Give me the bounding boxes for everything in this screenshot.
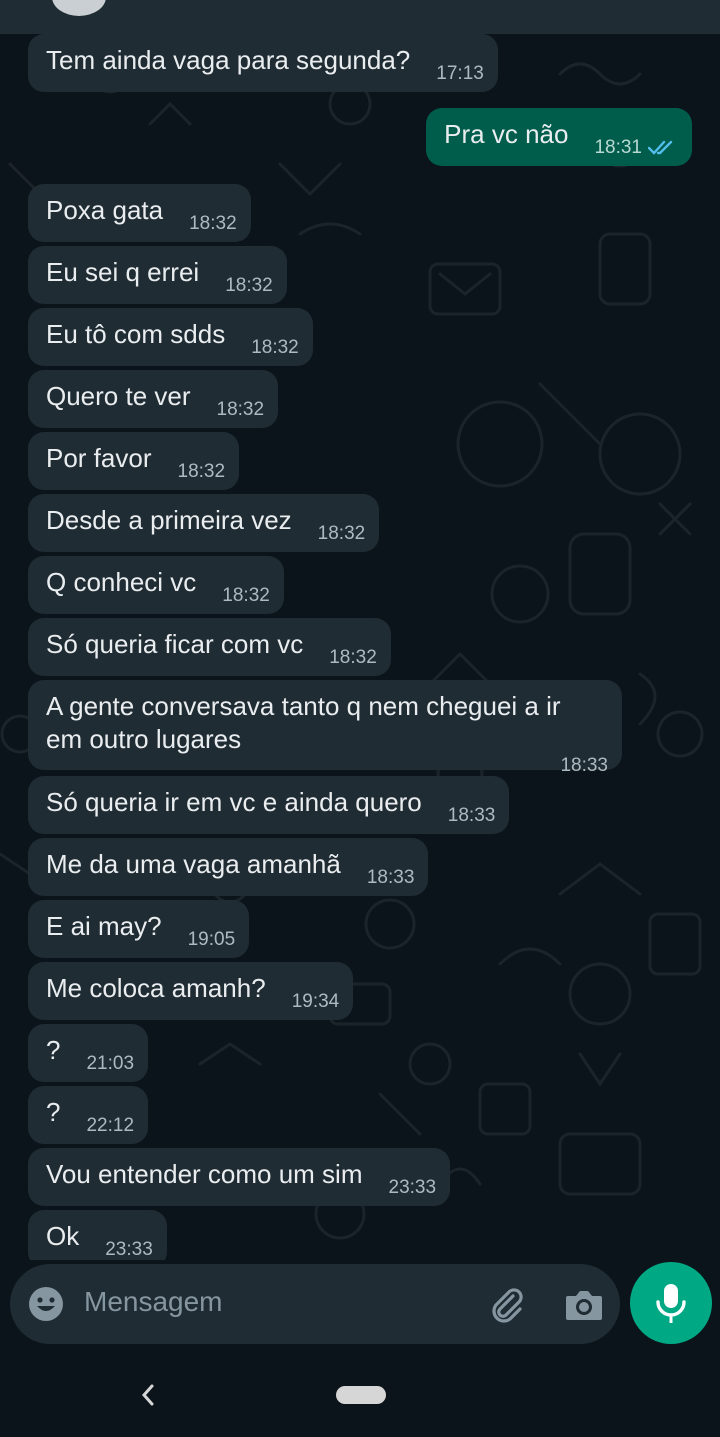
message-timestamp: 19:05 bbox=[187, 929, 236, 950]
read-receipt-icon bbox=[648, 140, 673, 155]
message-text: Só queria ir em vc e ainda quero bbox=[46, 787, 422, 817]
message-text: E ai may? bbox=[46, 911, 162, 941]
microphone-icon bbox=[656, 1284, 686, 1323]
avatar[interactable] bbox=[52, 0, 106, 16]
emoji-icon[interactable] bbox=[28, 1286, 64, 1322]
incoming-message[interactable]: Poxa gata 18:32 bbox=[28, 184, 251, 242]
message-text: Tem ainda vaga para segunda? bbox=[46, 45, 411, 75]
incoming-message[interactable]: ? 21:03 bbox=[28, 1024, 149, 1082]
message-text: Q conheci vc bbox=[46, 567, 197, 597]
incoming-message[interactable]: A gente conversava tanto q nem cheguei a… bbox=[28, 680, 622, 776]
incoming-message[interactable]: Só queria ficar com vc 18:32 bbox=[28, 618, 391, 676]
message-list[interactable]: Tem ainda vaga para segunda? 17:13 Pra vc … bbox=[0, 34, 720, 1260]
message-placeholder: Mensagem bbox=[84, 1286, 223, 1317]
incoming-message[interactable]: Eu tô com sdds 18:32 bbox=[28, 308, 313, 366]
message-text: Ok bbox=[46, 1221, 80, 1251]
message-text: Poxa gata bbox=[46, 195, 164, 225]
incoming-message[interactable]: Me da uma vaga amanhã 18:33 bbox=[28, 838, 429, 896]
message-text: Eu sei q errei bbox=[46, 257, 200, 287]
message-timestamp: 18:33 bbox=[366, 867, 415, 888]
message-timestamp: 23:33 bbox=[388, 1177, 437, 1198]
message-text: Pra vc não bbox=[444, 119, 569, 149]
incoming-message[interactable]: Tem ainda vaga para segunda? 17:13 bbox=[28, 34, 498, 92]
message-timestamp: 18:33 bbox=[447, 805, 496, 826]
message-text: Me da uma vaga amanhã bbox=[46, 849, 341, 879]
message-timestamp: 18:32 bbox=[216, 399, 265, 420]
chat-header bbox=[0, 0, 720, 34]
camera-icon[interactable] bbox=[564, 1286, 604, 1322]
message-text: Só queria ficar com vc bbox=[46, 629, 304, 659]
message-text: ? bbox=[46, 1097, 61, 1127]
message-timestamp: 21:03 bbox=[86, 1053, 135, 1074]
message-text: Quero te ver bbox=[46, 381, 191, 411]
message-timestamp: 18:32 bbox=[317, 523, 366, 544]
message-timestamp: 17:13 bbox=[436, 63, 484, 84]
message-text: Por favor bbox=[46, 443, 152, 473]
message-timestamp: 18:32 bbox=[222, 585, 270, 606]
incoming-message[interactable]: Por favor 18:32 bbox=[28, 432, 240, 490]
system-nav-bar bbox=[0, 1352, 720, 1437]
incoming-message[interactable]: Eu sei q errei 18:32 bbox=[28, 246, 287, 304]
microphone-button[interactable] bbox=[630, 1262, 712, 1344]
incoming-message[interactable]: Só queria ir em vc e ainda quero 18:33 bbox=[28, 776, 510, 834]
message-timestamp: 18:32 bbox=[189, 213, 237, 234]
message-timestamp: 18:33 bbox=[560, 755, 608, 776]
incoming-message[interactable]: Ok 23:33 bbox=[28, 1210, 167, 1260]
incoming-message[interactable]: ? 22:12 bbox=[28, 1086, 149, 1144]
home-pill-icon[interactable] bbox=[336, 1386, 386, 1404]
paperclip-icon[interactable] bbox=[486, 1284, 526, 1324]
message-timestamp: 18:31 bbox=[594, 131, 678, 164]
incoming-message[interactable]: Q conheci vc 18:32 bbox=[28, 556, 284, 614]
outgoing-message[interactable]: Pra vc não 18:31 bbox=[426, 108, 692, 166]
message-timestamp: 18:32 bbox=[177, 461, 226, 482]
message-timestamp: 18:32 bbox=[329, 647, 377, 668]
message-text: Me coloca amanh? bbox=[46, 973, 266, 1003]
message-text: A gente conversava tanto q nem cheguei a… bbox=[46, 691, 561, 754]
message-timestamp: 23:33 bbox=[105, 1239, 153, 1260]
incoming-message[interactable]: Desde a primeira vez 18:32 bbox=[28, 494, 380, 552]
back-chevron-icon[interactable] bbox=[138, 1380, 158, 1410]
message-timestamp: 18:32 bbox=[225, 275, 273, 296]
message-timestamp: 18:32 bbox=[251, 337, 299, 358]
message-timestamp: 19:34 bbox=[291, 991, 340, 1012]
incoming-message[interactable]: Quero te ver 18:32 bbox=[28, 370, 279, 428]
message-text: Desde a primeira vez bbox=[46, 505, 292, 535]
message-input[interactable]: Mensagem bbox=[10, 1264, 620, 1344]
incoming-message[interactable]: E ai may? 19:05 bbox=[28, 900, 250, 958]
message-text: Vou entender como um sim bbox=[46, 1159, 363, 1189]
message-timestamp: 22:12 bbox=[86, 1115, 135, 1136]
composer-bar: Mensagem bbox=[0, 1260, 720, 1352]
message-text: Eu tô com sdds bbox=[46, 319, 226, 349]
incoming-message[interactable]: Me coloca amanh? 19:34 bbox=[28, 962, 354, 1020]
incoming-message[interactable]: Vou entender como um sim 23:33 bbox=[28, 1148, 451, 1206]
message-text: ? bbox=[46, 1035, 61, 1065]
